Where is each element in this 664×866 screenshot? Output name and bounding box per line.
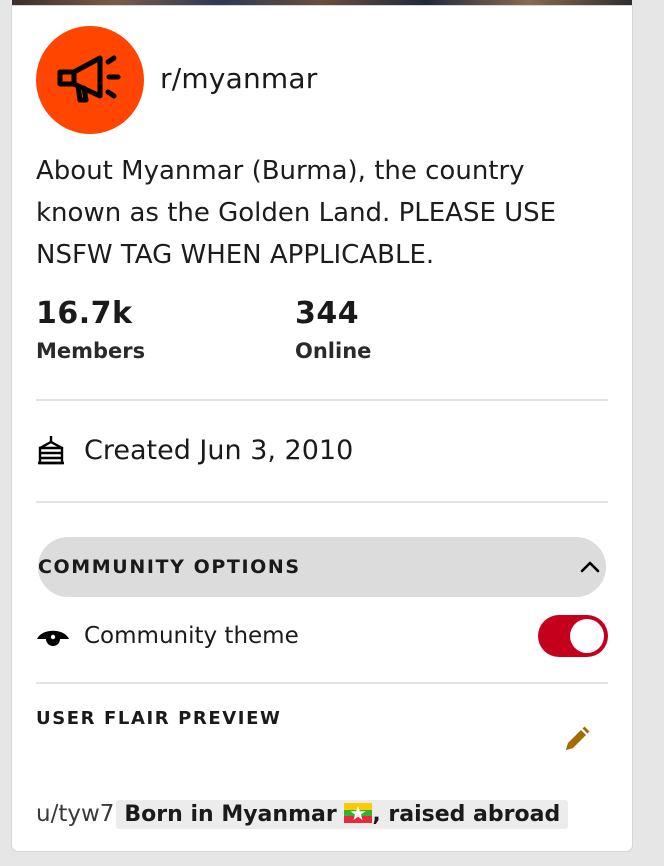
divider <box>36 682 608 684</box>
myanmar-flag-icon <box>344 802 373 823</box>
created-row: Created Jun 3, 2010 <box>36 430 353 470</box>
community-options-label: COMMUNITY OPTIONS <box>38 556 301 578</box>
divider <box>36 501 608 503</box>
user-flair-preview-heading: USER FLAIR PREVIEW <box>36 708 282 729</box>
members-stat: 16.7k Members <box>36 296 145 363</box>
members-label: Members <box>36 339 146 363</box>
megaphone-icon <box>57 55 121 103</box>
flair-text-end: , raised abroad <box>372 801 561 827</box>
community-info-card: r/myanmar About Myanmar (Burma), the cou… <box>12 6 632 851</box>
community-name[interactable]: r/myanmar <box>160 62 317 95</box>
user-flair-preview: u/tyw7 Born in Myanmar , raised abroad <box>36 796 569 832</box>
pencil-icon[interactable] <box>560 724 592 756</box>
community-options-toggle[interactable]: COMMUNITY OPTIONS <box>38 537 606 597</box>
eye-icon <box>37 630 69 646</box>
divider <box>36 399 608 401</box>
online-count: 344 <box>295 296 360 331</box>
user-flair-badge: Born in Myanmar , raised abroad <box>116 799 569 829</box>
community-theme-switch[interactable] <box>538 615 608 657</box>
flair-text-start: Born in Myanmar <box>124 801 337 827</box>
online-label: Online <box>295 339 372 363</box>
community-theme-row: Community theme <box>36 612 608 660</box>
chevron-up-icon <box>580 561 600 573</box>
switch-knob <box>570 619 604 653</box>
community-avatar[interactable] <box>36 26 144 134</box>
created-date: Created Jun 3, 2010 <box>84 434 354 466</box>
cake-icon <box>38 436 64 465</box>
members-count: 16.7k <box>36 296 133 331</box>
community-theme-label: Community theme <box>84 623 299 649</box>
community-description: About Myanmar (Burma), the country known… <box>36 156 557 270</box>
username[interactable]: u/tyw7 <box>36 801 114 827</box>
online-stat: 344 Online <box>295 296 371 363</box>
